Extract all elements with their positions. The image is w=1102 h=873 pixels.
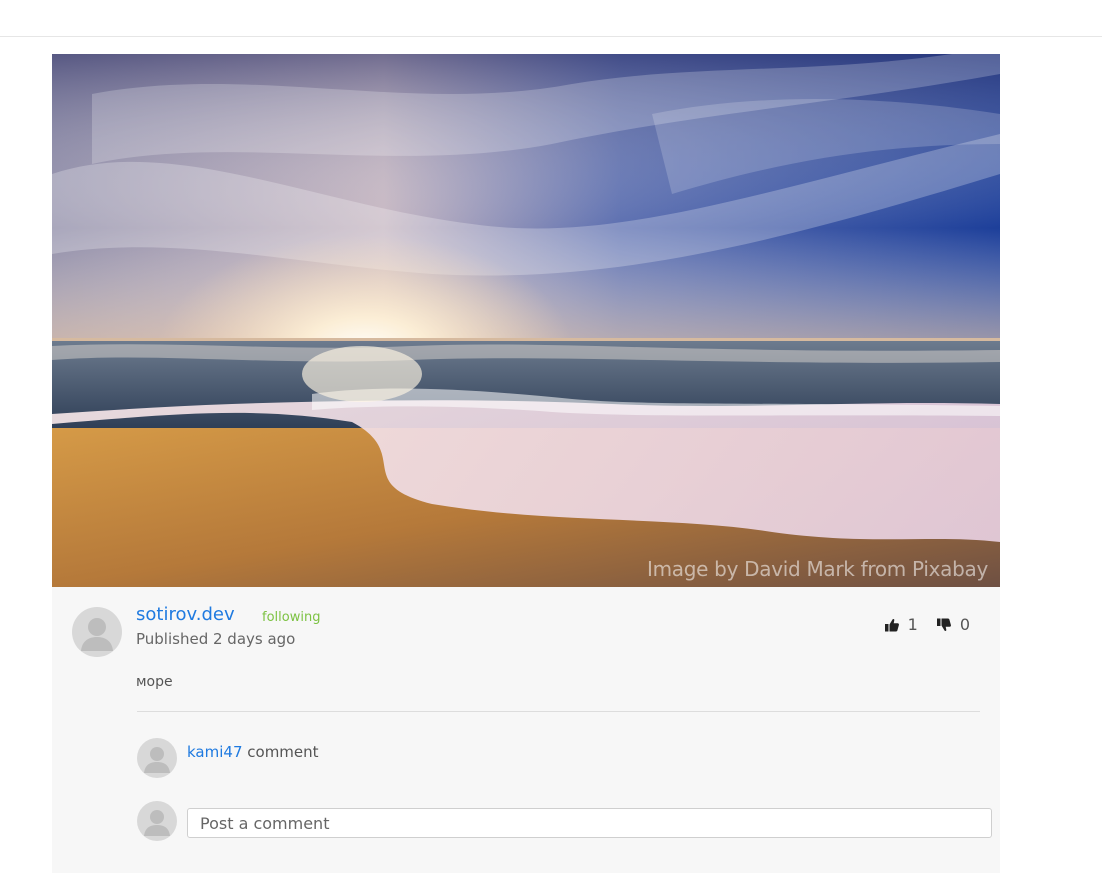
- author-avatar[interactable]: [72, 607, 122, 657]
- vote-controls: 1 0: [884, 615, 980, 634]
- user-avatar-icon: [144, 810, 170, 836]
- like-button[interactable]: [884, 617, 900, 633]
- comment-author-avatar[interactable]: [137, 738, 177, 778]
- post-image[interactable]: [52, 54, 1000, 587]
- current-user-avatar: [137, 801, 177, 841]
- user-avatar-icon: [81, 618, 113, 651]
- like-count: 1: [907, 615, 918, 634]
- post-caption: море: [136, 674, 173, 690]
- comment-text: comment: [247, 743, 319, 761]
- following-badge[interactable]: following: [262, 610, 320, 625]
- thumbs-up-icon: [884, 618, 899, 631]
- author-link[interactable]: sotirov.dev: [136, 604, 235, 625]
- comment-item: kami47 comment: [187, 743, 319, 761]
- dislike-count: 0: [959, 615, 970, 634]
- comment-input[interactable]: [187, 808, 992, 838]
- user-avatar-icon: [144, 747, 170, 773]
- comment-author-link[interactable]: kami47: [187, 743, 242, 761]
- divider: [137, 711, 980, 712]
- image-watermark: Image by David Mark from Pixabay: [646, 557, 988, 581]
- thumbs-down-icon: [936, 618, 951, 631]
- post-card: Image by David Mark from Pixabay sotirov…: [52, 54, 1000, 873]
- dislike-button[interactable]: [936, 617, 952, 633]
- published-time: Published 2 days ago: [136, 630, 296, 648]
- top-navbar: [0, 0, 1102, 37]
